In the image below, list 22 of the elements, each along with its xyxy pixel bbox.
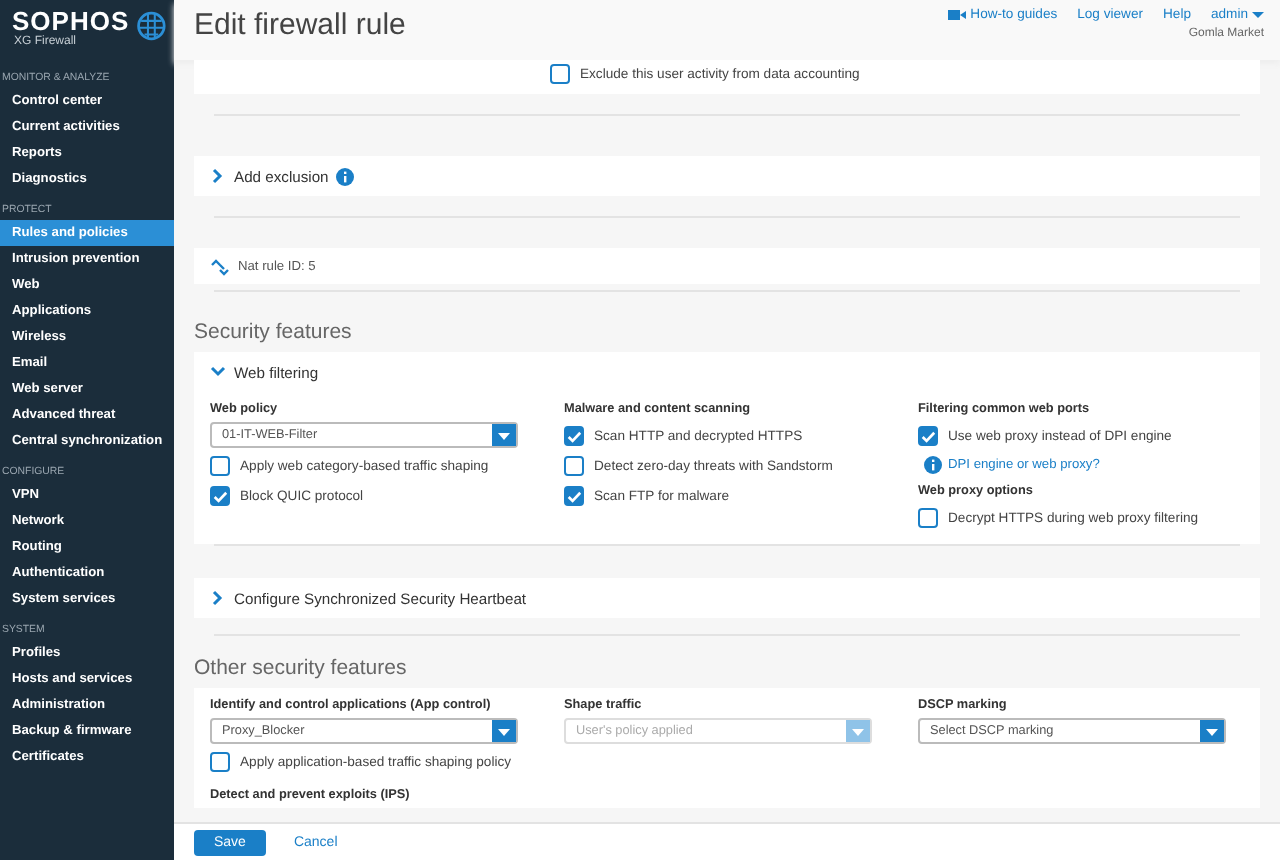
checkbox[interactable] <box>210 456 230 476</box>
checkbox[interactable] <box>564 486 584 506</box>
section-heading: Security features <box>194 320 352 344</box>
info-icon <box>924 455 942 473</box>
video-camera-icon <box>948 8 967 22</box>
checkbox[interactable] <box>564 426 584 446</box>
checkbox[interactable] <box>564 456 584 476</box>
caret-icon <box>1204 725 1220 737</box>
caret-icon <box>496 429 512 441</box>
info-icon <box>336 167 355 185</box>
checkbox[interactable] <box>210 752 230 772</box>
page-title: Edit firewall rule <box>194 8 406 46</box>
globe-icon <box>135 8 166 44</box>
caret-icon <box>850 725 866 737</box>
brand-logo: SOPHOS <box>12 8 130 36</box>
checkbox[interactable] <box>550 64 570 84</box>
section-heading: Other security features <box>194 656 407 680</box>
checkbox[interactable] <box>210 486 230 506</box>
checkbox[interactable] <box>918 426 938 446</box>
caret-icon <box>1252 12 1264 18</box>
checkbox[interactable] <box>918 508 938 528</box>
caret-icon <box>496 725 512 737</box>
